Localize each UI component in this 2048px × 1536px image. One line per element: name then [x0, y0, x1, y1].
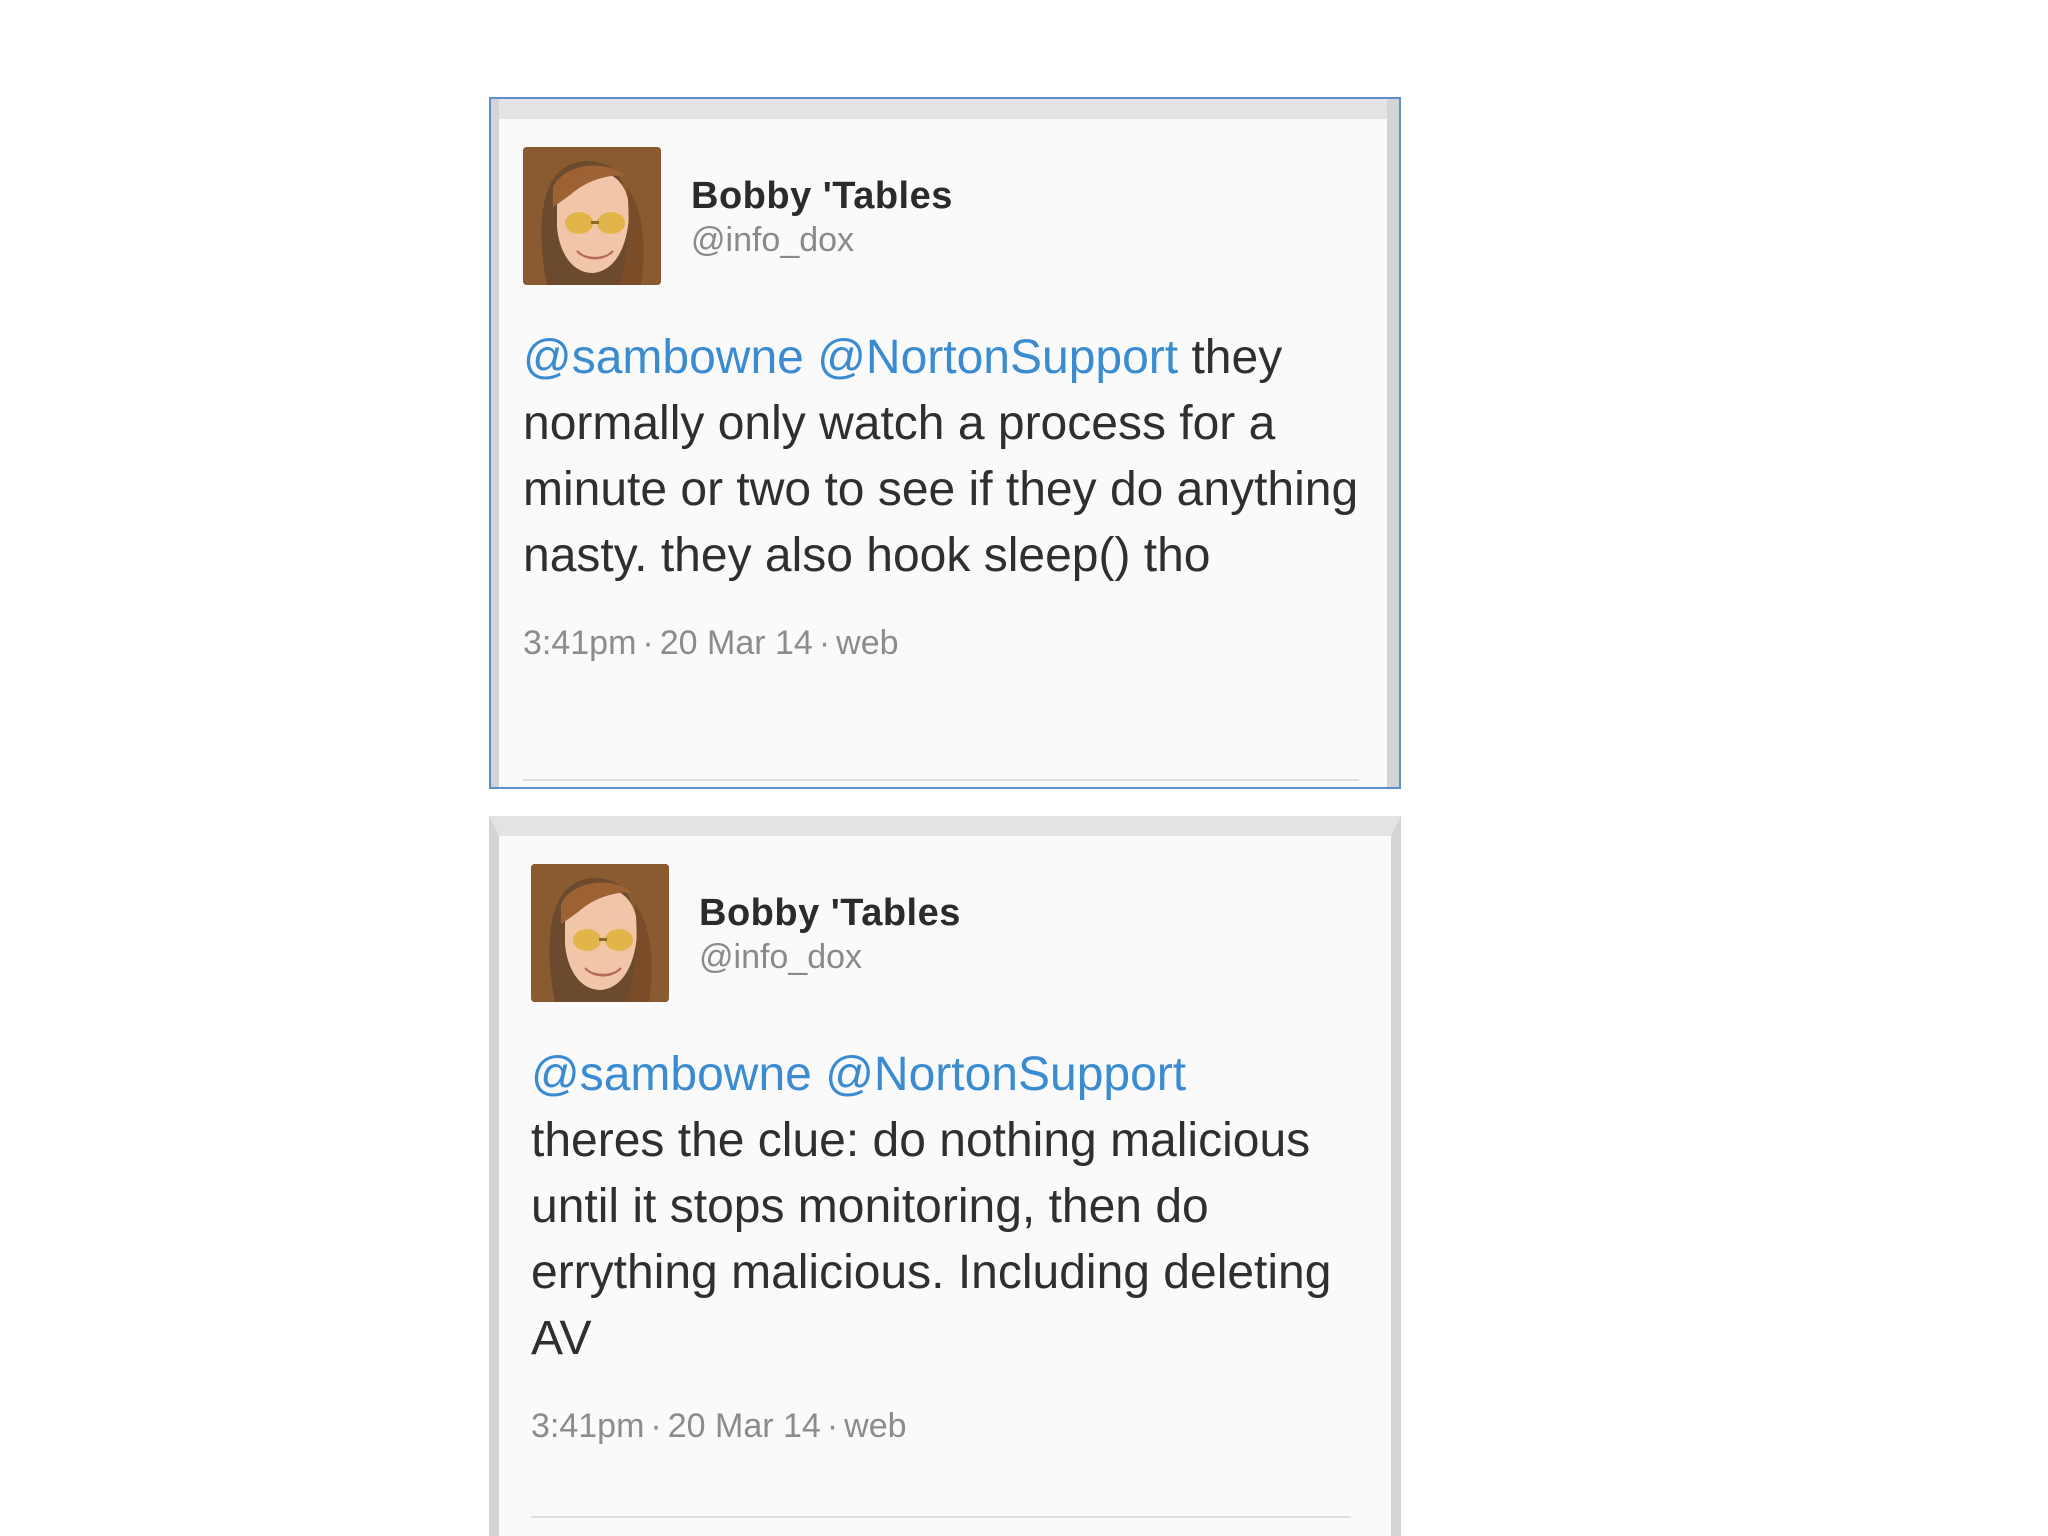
tweet-screenshot: Bobby 'Tables @info_dox @sambowne @Norto… [0, 0, 2048, 1536]
user-info: Bobby 'Tables @info_dox [699, 890, 961, 978]
mention-link[interactable]: @sambowne [531, 1048, 812, 1101]
card-top-strip [491, 99, 1399, 119]
mention-link[interactable]: @NortonSupport [817, 331, 1178, 384]
tweet-content: Bobby 'Tables @info_dox @sambowne @Norto… [531, 864, 1351, 1448]
card-side-border [491, 99, 499, 787]
card-side-border [1387, 99, 1399, 787]
tweet-body: theres the clue: do nothing malicious un… [531, 1114, 1332, 1365]
tweet-source[interactable]: web [836, 624, 898, 662]
display-name[interactable]: Bobby 'Tables [699, 890, 961, 936]
meta-separator: · [826, 1407, 839, 1445]
tweet-divider [531, 1516, 1351, 1518]
meta-separator: · [818, 624, 831, 662]
tweet-divider [523, 779, 1359, 781]
meta-separator: · [642, 624, 654, 662]
tweet-header: Bobby 'Tables @info_dox [531, 864, 1351, 1004]
tweet-meta: 3:41pm · 20 Mar 14 · web [523, 621, 1359, 665]
user-handle[interactable]: @info_dox [691, 219, 953, 261]
user-info: Bobby 'Tables @info_dox [691, 173, 953, 261]
tweet-text: @sambowne @NortonSupport they normally o… [523, 325, 1363, 589]
tweet-source[interactable]: web [844, 1407, 906, 1445]
tweet-date[interactable]: 20 Mar 14 [668, 1407, 821, 1445]
user-handle[interactable]: @info_dox [699, 936, 961, 978]
user-avatar-icon[interactable] [523, 147, 661, 285]
user-avatar-icon[interactable] [531, 864, 669, 1002]
tweet-header: Bobby 'Tables @info_dox [523, 147, 1359, 287]
tweet-date[interactable]: 20 Mar 14 [660, 624, 813, 662]
meta-separator: · [650, 1407, 662, 1445]
tweet-card[interactable]: Bobby 'Tables @info_dox @sambowne @Norto… [489, 816, 1401, 1536]
tweet-meta: 3:41pm · 20 Mar 14 · web [531, 1404, 1351, 1448]
tweet-content: Bobby 'Tables @info_dox @sambowne @Norto… [523, 147, 1359, 665]
mention-link[interactable]: @NortonSupport [825, 1048, 1186, 1101]
tweet-time[interactable]: 3:41pm [523, 624, 636, 662]
tweet-text: @sambowne @NortonSupport theres the clue… [531, 1042, 1371, 1372]
mention-link[interactable]: @sambowne [523, 331, 804, 384]
tweet-time[interactable]: 3:41pm [531, 1407, 644, 1445]
display-name[interactable]: Bobby 'Tables [691, 173, 953, 219]
tweet-card[interactable]: Bobby 'Tables @info_dox @sambowne @Norto… [489, 97, 1401, 789]
